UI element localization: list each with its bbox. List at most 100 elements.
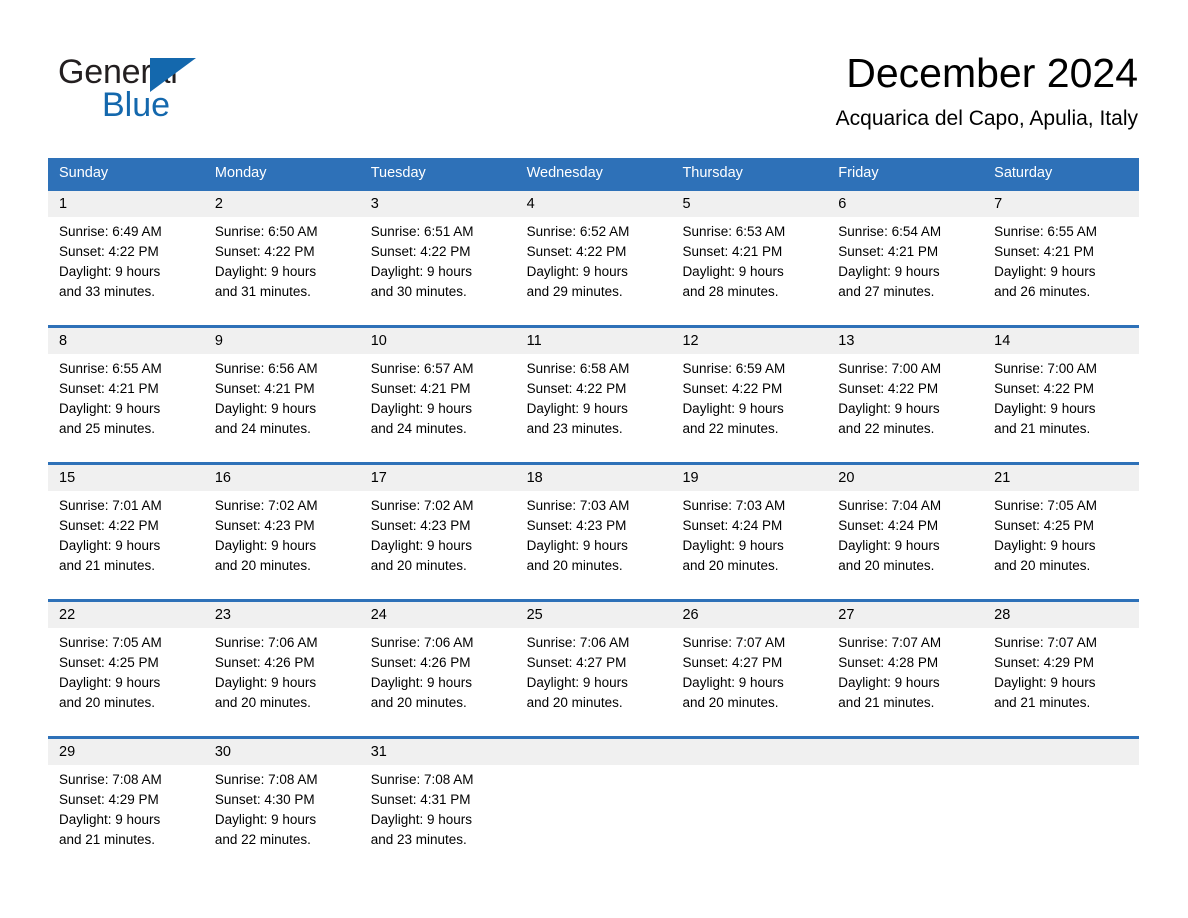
generalblue-logo[interactable]: General Blue	[58, 52, 298, 128]
daylight-text-line2: and 21 minutes.	[838, 695, 935, 710]
day-cell[interactable]: Sunrise: 6:57 AM Sunset: 4:21 PM Dayligh…	[360, 359, 516, 462]
day-number[interactable]: 15	[48, 465, 204, 491]
day-number[interactable]: 11	[516, 328, 672, 354]
day-number[interactable]: 20	[827, 465, 983, 491]
day-cell[interactable]: Sunrise: 6:53 AM Sunset: 4:21 PM Dayligh…	[671, 222, 827, 325]
day-cell[interactable]: Sunrise: 7:02 AM Sunset: 4:23 PM Dayligh…	[204, 496, 360, 599]
day-number[interactable]: 13	[827, 328, 983, 354]
day-number[interactable]: 16	[204, 465, 360, 491]
day-number[interactable]: 7	[983, 191, 1139, 217]
day-cell[interactable]: Sunrise: 7:08 AM Sunset: 4:29 PM Dayligh…	[48, 770, 204, 877]
sunrise-text: Sunrise: 6:53 AM	[682, 224, 786, 239]
day-number[interactable]: 3	[360, 191, 516, 217]
daylight-text-line1: Daylight: 9 hours	[59, 812, 161, 827]
daylight-text-line1: Daylight: 9 hours	[682, 264, 784, 279]
sunset-text: Sunset: 4:31 PM	[370, 792, 471, 807]
day-cell-empty	[671, 770, 827, 877]
day-cell[interactable]: Sunrise: 7:00 AM Sunset: 4:22 PM Dayligh…	[827, 359, 983, 462]
day-number[interactable]: 5	[671, 191, 827, 217]
day-number[interactable]: 6	[827, 191, 983, 217]
day-cell[interactable]: Sunrise: 7:06 AM Sunset: 4:27 PM Dayligh…	[516, 633, 672, 736]
day-cell[interactable]: Sunrise: 6:59 AM Sunset: 4:22 PM Dayligh…	[671, 359, 827, 462]
daylight-text-line1: Daylight: 9 hours	[838, 675, 940, 690]
daylight-text-line2: and 29 minutes.	[526, 284, 623, 299]
sunrise-text: Sunrise: 7:00 AM	[838, 361, 942, 376]
daylight-text-line2: and 20 minutes.	[682, 558, 779, 573]
day-cell[interactable]: Sunrise: 6:52 AM Sunset: 4:22 PM Dayligh…	[516, 222, 672, 325]
day-cell[interactable]: Sunrise: 7:05 AM Sunset: 4:25 PM Dayligh…	[983, 496, 1139, 599]
daylight-text-line1: Daylight: 9 hours	[214, 812, 317, 827]
sunset-text: Sunset: 4:24 PM	[682, 518, 783, 533]
sunset-text: Sunset: 4:22 PM	[682, 381, 783, 396]
sunrise-text: Sunrise: 6:59 AM	[682, 361, 786, 376]
day-number[interactable]: 21	[983, 465, 1139, 491]
day-number[interactable]: 23	[204, 602, 360, 628]
logo-text-blue: Blue	[102, 86, 171, 124]
sunrise-text: Sunrise: 7:08 AM	[370, 772, 474, 787]
daylight-text-line2: and 22 minutes.	[682, 421, 779, 436]
day-number[interactable]: 12	[671, 328, 827, 354]
week-date-bar: 1 2 3 4 5 6 7	[48, 191, 1139, 217]
day-number[interactable]: 17	[360, 465, 516, 491]
week-date-bar: 29 30 31	[48, 739, 1139, 765]
day-number[interactable]: 10	[360, 328, 516, 354]
daylight-text-line1: Daylight: 9 hours	[214, 675, 317, 690]
day-number[interactable]: 27	[827, 602, 983, 628]
day-cell[interactable]: Sunrise: 6:55 AM Sunset: 4:21 PM Dayligh…	[48, 359, 204, 462]
daylight-text-line2: and 25 minutes.	[59, 421, 156, 436]
day-number[interactable]: 19	[671, 465, 827, 491]
day-cell[interactable]: Sunrise: 7:08 AM Sunset: 4:30 PM Dayligh…	[204, 770, 360, 877]
day-cell[interactable]: Sunrise: 7:05 AM Sunset: 4:25 PM Dayligh…	[48, 633, 204, 736]
day-cell[interactable]: Sunrise: 6:50 AM Sunset: 4:22 PM Dayligh…	[204, 222, 360, 325]
daylight-text-line2: and 20 minutes.	[526, 558, 623, 573]
day-number[interactable]: 31	[360, 739, 516, 765]
weekday-thursday: Thursday	[682, 165, 743, 181]
day-number[interactable]: 28	[983, 602, 1139, 628]
day-cell[interactable]: Sunrise: 7:06 AM Sunset: 4:26 PM Dayligh…	[360, 633, 516, 736]
day-cell[interactable]: Sunrise: 7:08 AM Sunset: 4:31 PM Dayligh…	[360, 770, 516, 877]
day-cell-empty	[983, 770, 1139, 877]
day-cell[interactable]: Sunrise: 7:01 AM Sunset: 4:22 PM Dayligh…	[48, 496, 204, 599]
day-cell[interactable]: Sunrise: 7:03 AM Sunset: 4:23 PM Dayligh…	[516, 496, 672, 599]
day-cell[interactable]: Sunrise: 7:02 AM Sunset: 4:23 PM Dayligh…	[360, 496, 516, 599]
day-number[interactable]: 29	[48, 739, 204, 765]
day-cell[interactable]: Sunrise: 6:49 AM Sunset: 4:22 PM Dayligh…	[48, 222, 204, 325]
day-number[interactable]: 8	[48, 328, 204, 354]
day-cell[interactable]: Sunrise: 6:58 AM Sunset: 4:22 PM Dayligh…	[516, 359, 672, 462]
day-number[interactable]: 18	[516, 465, 672, 491]
day-number[interactable]: 1	[48, 191, 204, 217]
day-cell[interactable]: Sunrise: 7:00 AM Sunset: 4:22 PM Dayligh…	[983, 359, 1139, 462]
day-number[interactable]: 24	[360, 602, 516, 628]
day-number[interactable]: 22	[48, 602, 204, 628]
sunset-text: Sunset: 4:25 PM	[994, 518, 1094, 533]
day-number[interactable]: 4	[516, 191, 672, 217]
day-cell[interactable]: Sunrise: 6:56 AM Sunset: 4:21 PM Dayligh…	[204, 359, 360, 462]
sunset-text: Sunset: 4:27 PM	[682, 655, 783, 670]
day-number[interactable]: 30	[204, 739, 360, 765]
day-cell[interactable]: Sunrise: 6:51 AM Sunset: 4:22 PM Dayligh…	[360, 222, 516, 325]
day-cell[interactable]: Sunrise: 6:55 AM Sunset: 4:21 PM Dayligh…	[983, 222, 1139, 325]
sunrise-text: Sunrise: 7:05 AM	[59, 635, 162, 650]
calendar-week-row: 22 23 24 25 26 27 28 Sunrise: 7:05 AM Su…	[48, 599, 1139, 736]
day-number[interactable]: 26	[671, 602, 827, 628]
day-number-empty	[671, 739, 827, 765]
daylight-text-line2: and 24 minutes.	[214, 421, 311, 436]
day-number[interactable]: 25	[516, 602, 672, 628]
day-number[interactable]: 14	[983, 328, 1139, 354]
daylight-text-line2: and 21 minutes.	[994, 695, 1091, 710]
sunrise-text: Sunrise: 7:05 AM	[994, 498, 1097, 513]
sunset-text: Sunset: 4:29 PM	[59, 792, 159, 807]
day-cell[interactable]: Sunrise: 7:07 AM Sunset: 4:28 PM Dayligh…	[827, 633, 983, 736]
day-cell[interactable]: Sunrise: 7:07 AM Sunset: 4:29 PM Dayligh…	[983, 633, 1139, 736]
sunrise-text: Sunrise: 7:06 AM	[214, 635, 318, 650]
day-cell[interactable]: Sunrise: 7:04 AM Sunset: 4:24 PM Dayligh…	[827, 496, 983, 599]
day-number-empty	[516, 739, 672, 765]
day-cell[interactable]: Sunrise: 7:06 AM Sunset: 4:26 PM Dayligh…	[204, 633, 360, 736]
day-cell[interactable]: Sunrise: 6:54 AM Sunset: 4:21 PM Dayligh…	[827, 222, 983, 325]
sunset-text: Sunset: 4:29 PM	[994, 655, 1094, 670]
day-number[interactable]: 2	[204, 191, 360, 217]
daylight-text-line1: Daylight: 9 hours	[59, 538, 161, 553]
day-number[interactable]: 9	[204, 328, 360, 354]
day-cell[interactable]: Sunrise: 7:03 AM Sunset: 4:24 PM Dayligh…	[671, 496, 827, 599]
day-cell[interactable]: Sunrise: 7:07 AM Sunset: 4:27 PM Dayligh…	[671, 633, 827, 736]
